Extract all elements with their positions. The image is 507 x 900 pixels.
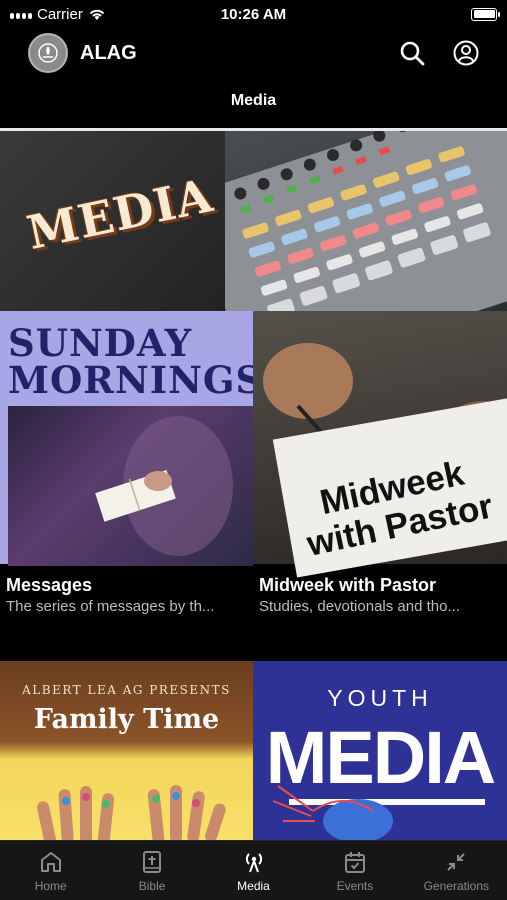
- tile-title: Midweek with Pastor: [259, 575, 437, 595]
- bible-icon: [143, 851, 162, 873]
- tab-label: Events: [336, 879, 374, 893]
- bottom-tab-bar: Home Bible Media Events Generations: [0, 840, 507, 900]
- calendar-icon: [344, 852, 365, 873]
- wifi-icon: [89, 9, 105, 20]
- home-icon: [40, 852, 61, 872]
- tile-subtitle: The series of messages by th...: [6, 598, 215, 615]
- page-title: Media: [230, 92, 277, 109]
- media-tile-midweek[interactable]: Midweek with Pastor Midweek with Pastor …: [253, 311, 507, 641]
- tab-generations[interactable]: Generations: [406, 841, 507, 900]
- status-bar: Carrier 10:26 AM: [0, 0, 507, 28]
- signal-icon: [10, 9, 32, 19]
- app-header: ALAG: [0, 28, 507, 78]
- bible-reading-photo: [8, 406, 253, 566]
- media-tile-messages[interactable]: SUNDAY MORNINGS Messages The series of m…: [0, 311, 253, 641]
- mixing-console-image: [225, 131, 507, 311]
- battery-icon: [471, 7, 500, 21]
- flame-logo-icon: [38, 43, 58, 63]
- tab-home[interactable]: Home: [0, 841, 101, 900]
- church-logo[interactable]: [28, 33, 68, 73]
- status-right: [337, 7, 500, 21]
- tab-label: Home: [34, 879, 67, 893]
- media-hero-banner[interactable]: MEDIA: [0, 131, 507, 311]
- messages-artwork: SUNDAY MORNINGS: [0, 311, 253, 566]
- header-actions: [399, 40, 479, 66]
- midweek-artwork: Midweek with Pastor: [253, 311, 507, 578]
- collapse-arrows-icon: [447, 853, 466, 871]
- tile-subtitle: Studies, devotionals and tho...: [259, 598, 460, 615]
- family-time-artwork: ALBERT LEA AG PRESENTS Family Time: [0, 661, 253, 840]
- tab-bible[interactable]: Bible: [101, 841, 202, 900]
- hero-graphic: MEDIA: [0, 131, 225, 311]
- tab-label: Media: [237, 879, 270, 893]
- tab-events[interactable]: Events: [304, 841, 405, 900]
- status-time: 10:26 AM: [220, 5, 287, 23]
- tab-label: Bible: [138, 879, 166, 893]
- app-name: ALAG: [80, 41, 137, 64]
- artwork-text: MORNINGS: [8, 358, 253, 402]
- carrier-label: Carrier: [37, 5, 83, 23]
- tab-media[interactable]: Media: [203, 841, 304, 900]
- media-tile-youth[interactable]: YOUTH MEDIA: [253, 661, 507, 840]
- youth-media-artwork: YOUTH MEDIA: [253, 661, 507, 840]
- status-left: Carrier: [10, 6, 170, 23]
- media-tile-family-time[interactable]: ALBERT LEA AG PRESENTS Family Time: [0, 661, 253, 840]
- tile-title: Messages: [6, 575, 93, 595]
- tab-label: Generations: [423, 879, 490, 893]
- profile-icon[interactable]: [453, 40, 479, 66]
- search-icon[interactable]: [399, 40, 425, 66]
- broadcast-icon: [245, 853, 262, 873]
- hero-word: MEDIA: [22, 168, 218, 260]
